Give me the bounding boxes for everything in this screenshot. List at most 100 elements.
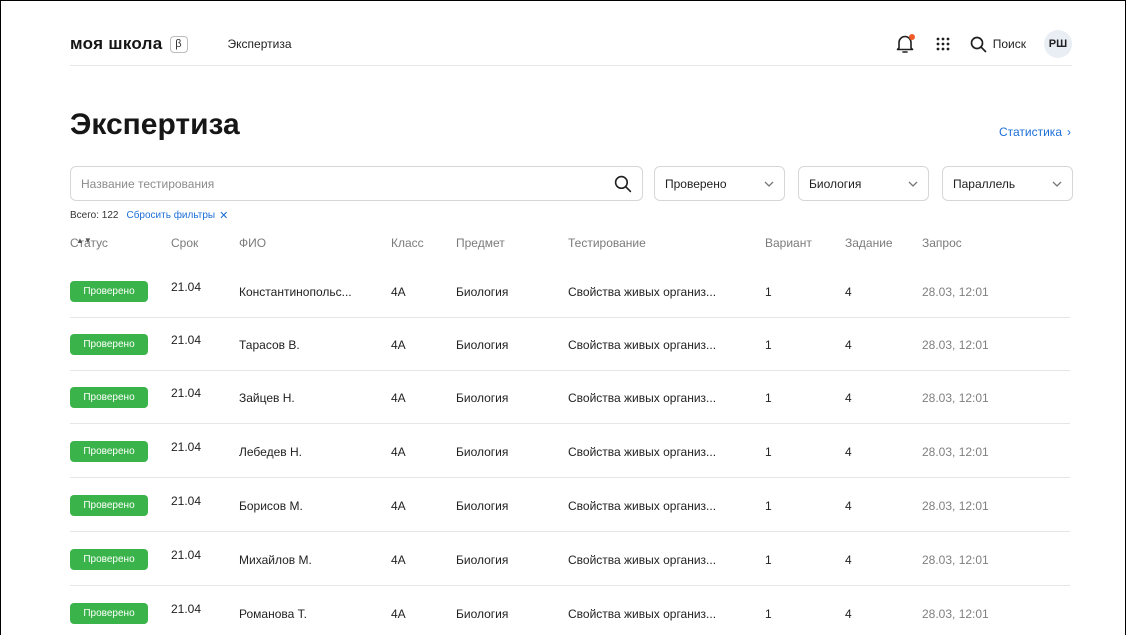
- grade-select-value: Параллель: [953, 176, 1016, 191]
- cell-task: 4: [845, 338, 852, 352]
- status-badge: Проверено: [70, 334, 148, 355]
- sort-icon[interactable]: ▲▼: [76, 236, 92, 245]
- table-row[interactable]: Проверено 21.04 Зайцев Н. 4А Биология Св…: [70, 371, 1070, 424]
- cell-subject: Биология: [456, 553, 509, 567]
- cell-fio: Зайцев Н.: [239, 391, 295, 405]
- cell-test: Свойства живых организ...: [568, 499, 717, 513]
- cell-subject: Биология: [456, 338, 509, 352]
- cell-variant: 1: [765, 338, 772, 352]
- cell-test: Свойства живых организ...: [568, 553, 717, 567]
- status-select[interactable]: Проверено: [654, 166, 785, 201]
- column-header-subject: Предмет: [456, 236, 505, 250]
- cell-fio: Михайлов М.: [239, 553, 312, 567]
- cell-task: 4: [845, 285, 852, 299]
- chevron-down-icon: [908, 181, 918, 187]
- column-header-request: Запрос: [922, 236, 962, 250]
- notification-dot: [908, 34, 915, 40]
- cell-variant: 1: [765, 285, 772, 299]
- cell-date: 21.04: [171, 494, 202, 508]
- cell-test: Свойства живых организ...: [568, 445, 717, 459]
- search-icon: [970, 36, 987, 52]
- reset-filters-button[interactable]: Сбросить фильтры ✕: [126, 209, 228, 222]
- cell-class: 4А: [391, 338, 406, 352]
- chevron-right-icon: ›: [1067, 125, 1071, 139]
- reset-filters-label: Сбросить фильтры: [126, 210, 216, 221]
- table-row[interactable]: Проверено 21.04 Константинопольс... 4А Б…: [70, 265, 1070, 318]
- cell-date: 21.04: [171, 280, 202, 294]
- chevron-down-icon: [1052, 181, 1062, 187]
- test-search-field[interactable]: [70, 166, 643, 201]
- status-select-value: Проверено: [665, 176, 727, 191]
- grade-select[interactable]: Параллель: [942, 166, 1073, 201]
- table-row[interactable]: Проверено 21.04 Борисов М. 4А Биология С…: [70, 479, 1070, 532]
- app-window: моя школа β Экспертиза Поиск РШ Эксперти…: [0, 0, 1126, 635]
- cell-date: 21.04: [171, 548, 202, 562]
- cell-test: Свойства живых организ...: [568, 285, 717, 299]
- search-icon[interactable]: [614, 175, 632, 193]
- cell-class: 4А: [391, 499, 406, 513]
- top-actions: Поиск РШ: [894, 30, 1072, 58]
- cell-fio: Романова Т.: [239, 607, 307, 621]
- table-row[interactable]: Проверено 21.04 Лебедев Н. 4А Биология С…: [70, 425, 1070, 478]
- cell-request: 28.03, 12:01: [922, 285, 989, 299]
- cell-date: 21.04: [171, 602, 202, 616]
- cell-subject: Биология: [456, 391, 509, 405]
- cell-request: 28.03, 12:01: [922, 445, 989, 459]
- page-title: Экспертиза: [70, 108, 240, 141]
- cell-variant: 1: [765, 553, 772, 567]
- cell-subject: Биология: [456, 445, 509, 459]
- cell-task: 4: [845, 553, 852, 567]
- cell-request: 28.03, 12:01: [922, 391, 989, 405]
- cell-variant: 1: [765, 445, 772, 459]
- nav-link-expertise[interactable]: Экспертиза: [228, 37, 292, 51]
- cell-request: 28.03, 12:01: [922, 553, 989, 567]
- subject-select[interactable]: Биология: [798, 166, 929, 201]
- table-row[interactable]: Проверено 21.04 Романова Т. 4А Биология …: [70, 587, 1070, 635]
- beta-badge: β: [169, 35, 188, 53]
- cell-date: 21.04: [171, 333, 202, 347]
- status-badge: Проверено: [70, 495, 148, 516]
- subject-select-value: Биология: [809, 176, 862, 191]
- header-divider: [70, 65, 1072, 66]
- cell-variant: 1: [765, 391, 772, 405]
- logo[interactable]: моя школа β: [70, 34, 188, 54]
- column-header-class: Класс: [391, 236, 424, 250]
- cell-test: Свойства живых организ...: [568, 338, 717, 352]
- status-badge: Проверено: [70, 281, 148, 302]
- cell-class: 4А: [391, 285, 406, 299]
- cell-subject: Биология: [456, 285, 509, 299]
- test-search-input[interactable]: [81, 176, 614, 191]
- cell-task: 4: [845, 391, 852, 405]
- total-count: Всего: 122: [70, 210, 119, 221]
- column-header-fio: ФИО: [239, 236, 267, 250]
- cell-subject: Биология: [456, 607, 509, 621]
- cell-class: 4А: [391, 391, 406, 405]
- cell-date: 21.04: [171, 386, 202, 400]
- cell-class: 4А: [391, 445, 406, 459]
- cell-fio: Лебедев Н.: [239, 445, 302, 459]
- cell-variant: 1: [765, 499, 772, 513]
- bell-icon[interactable]: [894, 33, 916, 55]
- table-header: Статус ▲▼ Срок ФИО Класс Предмет Тестиров…: [70, 236, 1072, 252]
- cell-date: 21.04: [171, 440, 202, 454]
- cell-request: 28.03, 12:01: [922, 338, 989, 352]
- avatar[interactable]: РШ: [1044, 30, 1072, 58]
- cell-test: Свойства живых организ...: [568, 391, 717, 405]
- results-summary: Всего: 122 Сбросить фильтры ✕: [70, 209, 228, 222]
- apps-grid-icon[interactable]: [932, 33, 954, 55]
- cell-subject: Биология: [456, 499, 509, 513]
- cell-task: 4: [845, 607, 852, 621]
- cell-task: 4: [845, 499, 852, 513]
- cell-task: 4: [845, 445, 852, 459]
- cell-variant: 1: [765, 607, 772, 621]
- top-navigation: моя школа β Экспертиза Поиск РШ: [70, 23, 1072, 65]
- close-icon: ✕: [219, 210, 229, 222]
- cell-test: Свойства живых организ...: [568, 607, 717, 621]
- global-search-button[interactable]: Поиск: [970, 36, 1026, 53]
- table-row[interactable]: Проверено 21.04 Тарасов В. 4А Биология С…: [70, 318, 1070, 371]
- statistics-link[interactable]: Статистика ›: [999, 125, 1071, 139]
- table-row[interactable]: Проверено 21.04 Михайлов М. 4А Биология …: [70, 533, 1070, 586]
- cell-request: 28.03, 12:01: [922, 499, 989, 513]
- column-header-test: Тестирование: [568, 236, 646, 250]
- status-badge: Проверено: [70, 603, 148, 624]
